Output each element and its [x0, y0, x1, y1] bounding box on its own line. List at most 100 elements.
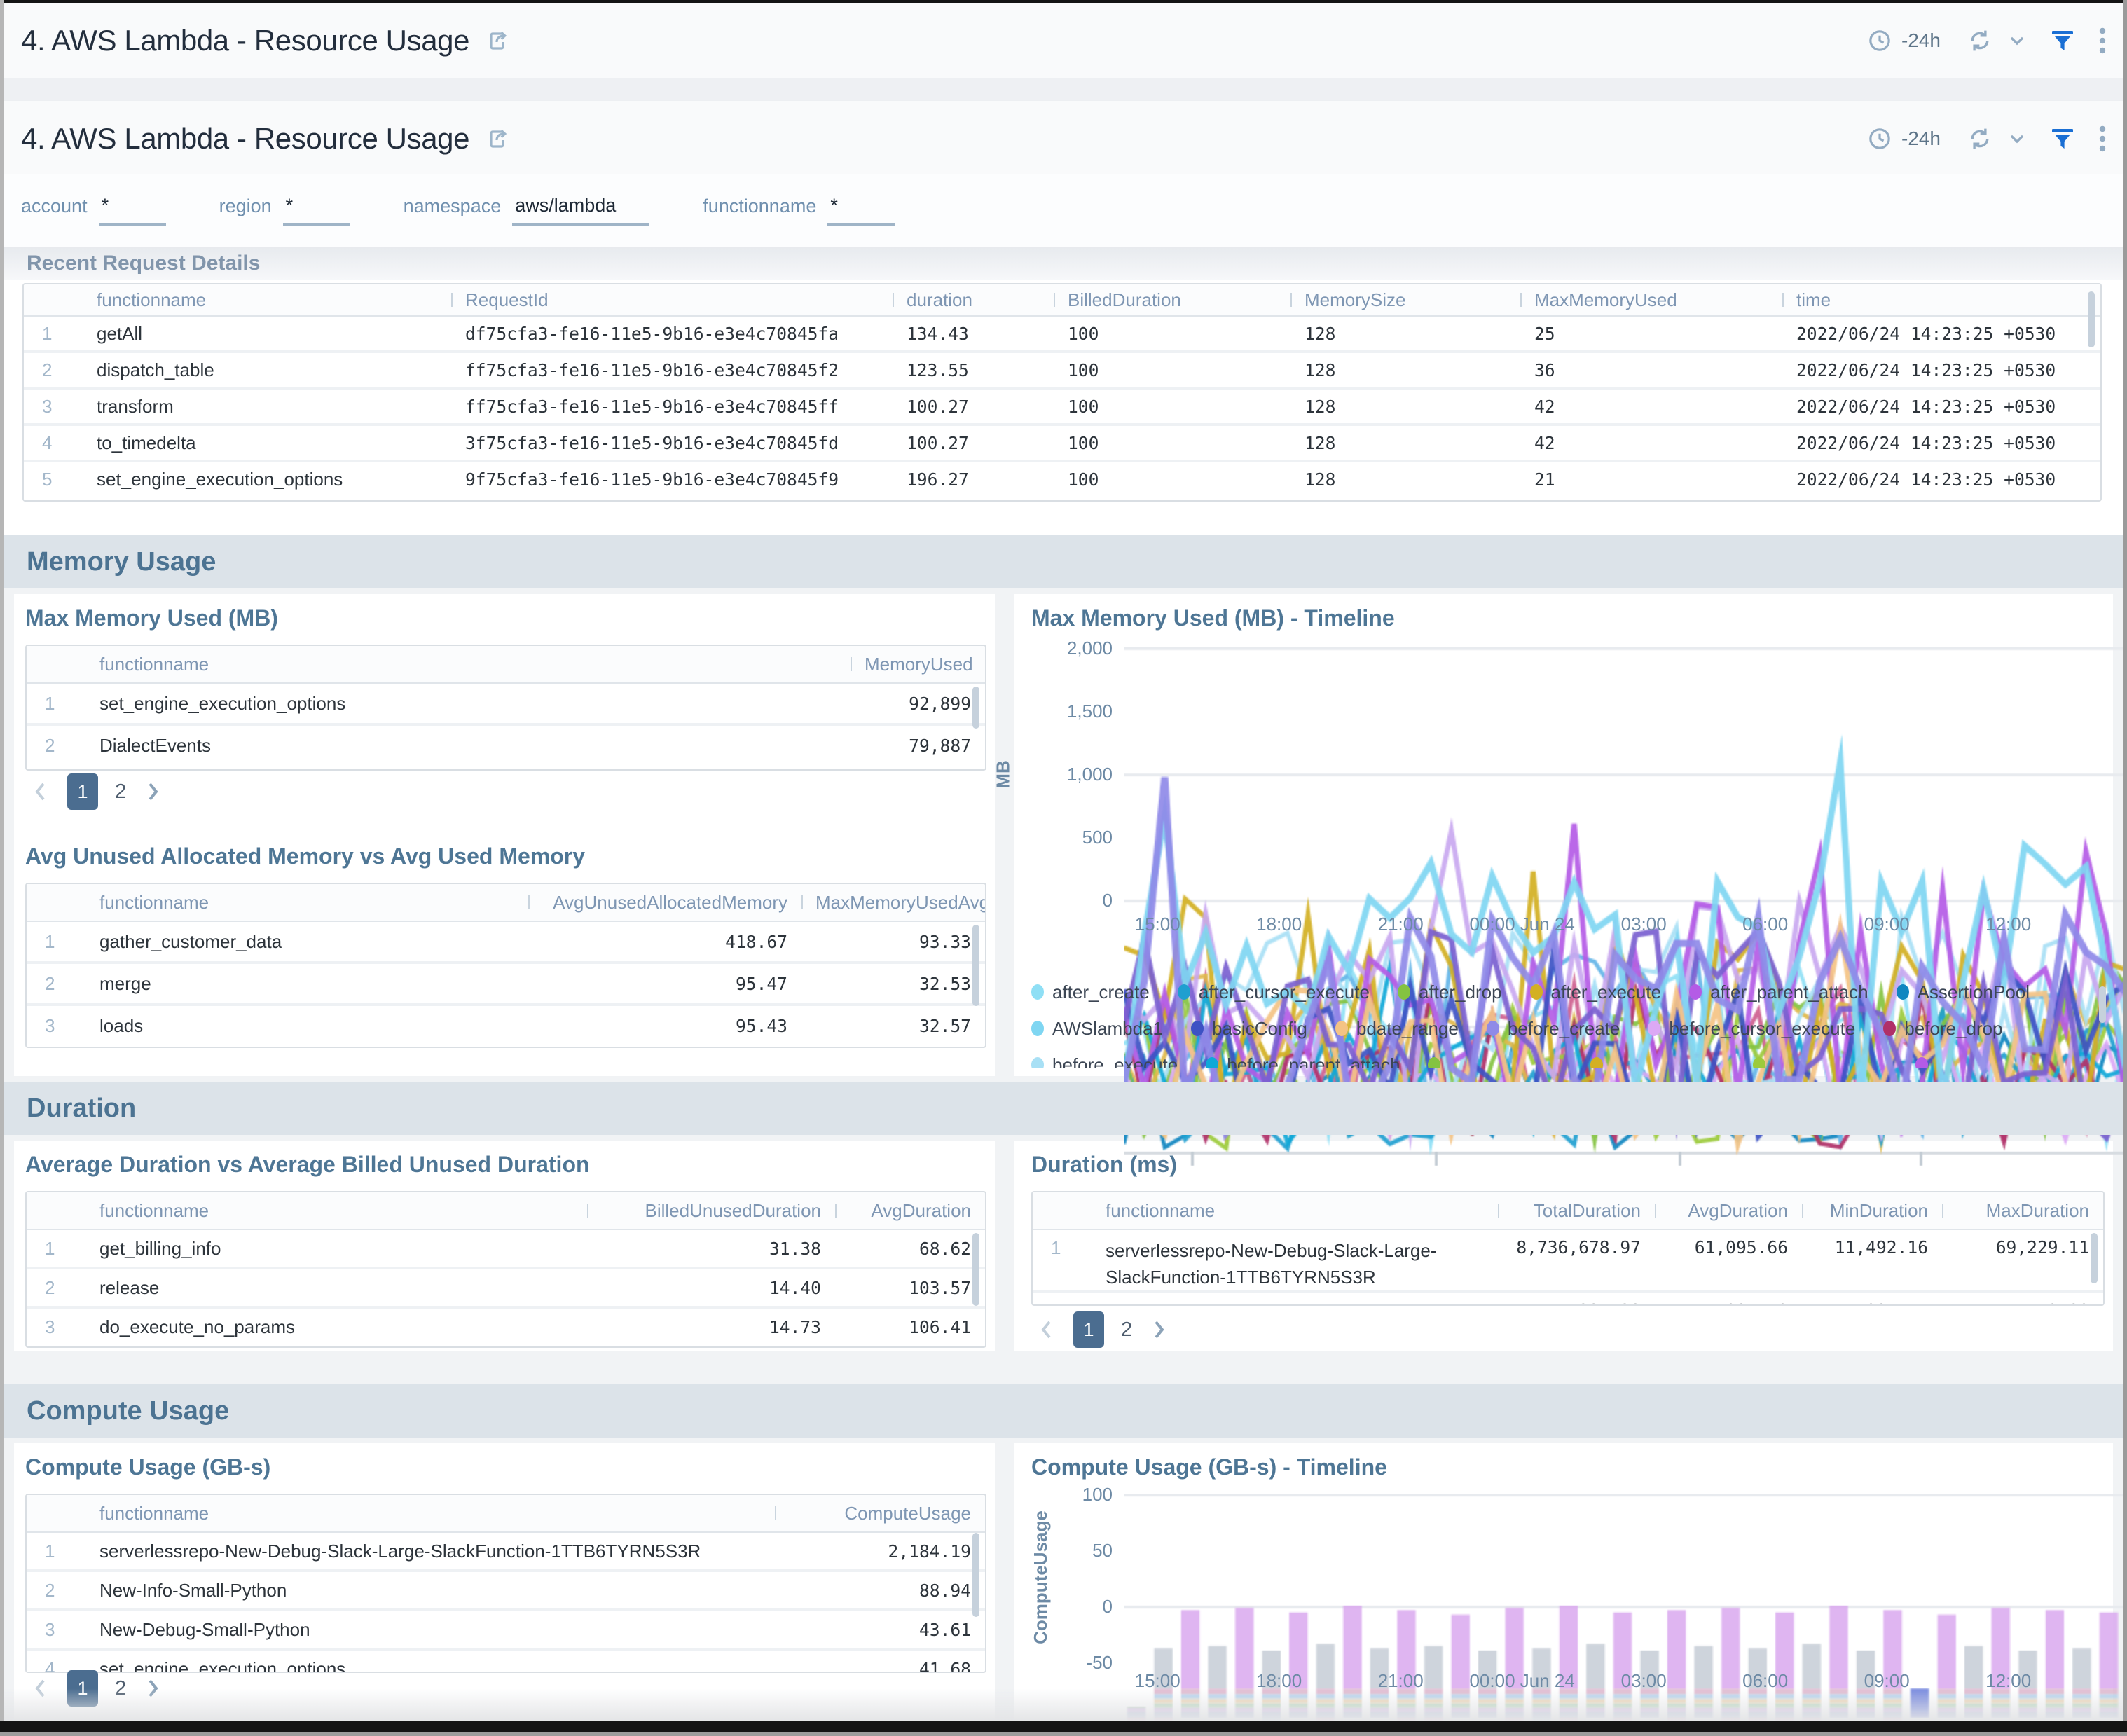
table-cell: 128: [1290, 360, 1520, 380]
pagination-next-button[interactable]: [1149, 1318, 1169, 1341]
avg-memory-table-scrollbar[interactable]: [972, 925, 979, 1006]
legend-item[interactable]: bdate_range: [1335, 1017, 1459, 1040]
legend-dot: [1487, 1021, 1499, 1036]
filter-namespace[interactable]: namespace aws/lambda: [404, 195, 650, 226]
compute-x-tick: 00:00 Jun 24: [1459, 1670, 1585, 1692]
pagination-page-current[interactable]: 1: [67, 773, 98, 810]
legend-item-clipped[interactable]: [1915, 1054, 2050, 1068]
pagination-page[interactable]: 2: [1121, 1318, 1132, 1342]
legend-item[interactable]: after_execute: [1530, 981, 1662, 1003]
pagination-page[interactable]: 2: [115, 1677, 126, 1700]
filter-namespace-input[interactable]: aws/lambda: [512, 195, 649, 226]
legend-item[interactable]: after_drop: [1398, 981, 1502, 1003]
table-cell: 100.27: [893, 397, 1054, 417]
table-cell: set_engine_execution_options: [85, 1658, 775, 1674]
compute-usage-table: functionnameComputeUsage 1serverlessrepo…: [25, 1494, 986, 1673]
refresh-icon-2[interactable]: [1967, 126, 1992, 151]
time-range-button[interactable]: -24h: [1901, 29, 1941, 52]
legend-item[interactable]: AssertionPool: [1897, 981, 2030, 1003]
legend-item[interactable]: after_create: [1031, 981, 1150, 1003]
memory-y-tick: 1,000: [1031, 764, 1113, 785]
clock-icon-2[interactable]: [1868, 127, 1892, 151]
pagination-prev-button[interactable]: [31, 780, 50, 803]
table-cell: merge: [85, 973, 528, 995]
memory-timeline-legend: after_create after_cursor_execute after_dr…: [1031, 981, 2093, 1068]
row-number: 1: [27, 931, 85, 953]
pagination-next-button[interactable]: [143, 1677, 163, 1700]
column-header: time: [1782, 289, 2100, 311]
recent-table-scrollbar[interactable]: [2088, 291, 2095, 347]
filter-icon-2[interactable]: [2050, 127, 2075, 151]
legend-label: basicConfig: [1212, 1018, 1307, 1040]
filter-region[interactable]: region *: [219, 195, 350, 226]
chevron-down-icon-2[interactable]: [2008, 130, 2026, 148]
legend-item[interactable]: before_create: [1487, 1017, 1620, 1040]
filter-functionname-input[interactable]: *: [827, 195, 895, 226]
filter-region-label: region: [219, 195, 272, 226]
kebab-menu-icon-2[interactable]: [2099, 125, 2106, 152]
legend-dot: [1031, 1057, 1044, 1068]
legend-dot: [1883, 1021, 1896, 1036]
table-cell: 95.47: [528, 974, 801, 994]
legend-item-clipped[interactable]: [1590, 1054, 1725, 1068]
legend-scrollbar[interactable]: [2099, 986, 2106, 1023]
avg-duration-table-scrollbar[interactable]: [972, 1233, 979, 1306]
kebab-menu-icon[interactable]: [2099, 27, 2106, 54]
legend-item-clipped[interactable]: [1753, 1054, 1887, 1068]
filter-account-input[interactable]: *: [99, 195, 166, 226]
pagination-page[interactable]: 2: [115, 780, 126, 804]
duration-ms-table-scrollbar[interactable]: [2091, 1233, 2098, 1283]
pagination-next-button[interactable]: [143, 780, 163, 803]
max-memory-table: functionnameMemoryUsed 1set_engine_execu…: [25, 645, 986, 771]
pagination-prev-button[interactable]: [31, 1677, 50, 1700]
table-row: 1set_engine_execution_options92,899: [27, 684, 985, 723]
legend-item[interactable]: before_cursor_execute: [1648, 1017, 1855, 1040]
duration-ms-pagination: 12: [1037, 1311, 1169, 1348]
compute-x-tick: 06:00: [1702, 1670, 1829, 1692]
pagination-page-current[interactable]: 1: [1073, 1311, 1104, 1348]
table-row: 3New-Debug-Small-Python43.61: [27, 1608, 985, 1648]
pagination-prev-button[interactable]: [1037, 1318, 1056, 1341]
legend-label: after_execute: [1551, 981, 1662, 1003]
filter-region-input[interactable]: *: [283, 195, 350, 226]
legend-dot: [1335, 1021, 1348, 1036]
legend-item[interactable]: after_cursor_execute: [1178, 981, 1370, 1003]
avg-memory-table-title: Avg Unused Allocated Memory vs Avg Used …: [25, 843, 585, 869]
legend-item[interactable]: AWSlambda1: [1031, 1017, 1163, 1040]
legend-dot: [1398, 984, 1410, 1000]
column-header: TotalDuration: [1498, 1200, 1655, 1222]
pagination-page-current[interactable]: 1: [67, 1670, 98, 1707]
table-cell: 123.55: [893, 360, 1054, 380]
window-frame-top: [0, 0, 2127, 3]
max-memory-table-scrollbar[interactable]: [972, 687, 979, 729]
share-icon-2[interactable]: [486, 127, 510, 151]
table-cell: 100: [1054, 397, 1290, 417]
legend-item[interactable]: before_parent_attach: [1206, 1054, 1400, 1068]
column-header: MaxMemoryUsed: [1520, 289, 1782, 311]
memory-x-tick: 18:00: [1216, 914, 1342, 935]
column-header: duration: [893, 289, 1054, 311]
refresh-icon[interactable]: [1967, 28, 1992, 53]
section-duration: Duration: [4, 1082, 2123, 1135]
legend-item[interactable]: basicConfig: [1191, 1017, 1307, 1040]
row-number: 3: [27, 1316, 85, 1338]
table-row: 1serverlessrepo-New-Debug-Slack-Large-Sl…: [27, 1533, 985, 1569]
clock-icon[interactable]: [1868, 29, 1892, 53]
legend-item-clipped[interactable]: [1428, 1054, 1562, 1068]
legend-dot: [1031, 984, 1044, 1000]
filter-account[interactable]: account *: [21, 195, 166, 226]
legend-item[interactable]: after_parent_attach: [1689, 981, 1868, 1003]
compute-usage-table-scrollbar[interactable]: [972, 1533, 979, 1617]
time-range-button-2[interactable]: -24h: [1901, 128, 1941, 150]
legend-item[interactable]: before_execute: [1031, 1054, 1178, 1068]
filter-icon[interactable]: [2050, 29, 2075, 53]
chevron-down-icon[interactable]: [2008, 32, 2026, 50]
table-cell: 32.57: [801, 1016, 985, 1036]
share-icon[interactable]: [486, 29, 510, 53]
memory-x-tick: 03:00: [1581, 914, 1707, 935]
legend-dot: [1178, 984, 1190, 1000]
legend-item[interactable]: before_drop: [1883, 1017, 2002, 1040]
legend-dot: [1206, 1057, 1218, 1068]
memory-timeline-title: Max Memory Used (MB) - Timeline: [1031, 605, 1395, 631]
filter-functionname[interactable]: functionname *: [703, 195, 895, 226]
